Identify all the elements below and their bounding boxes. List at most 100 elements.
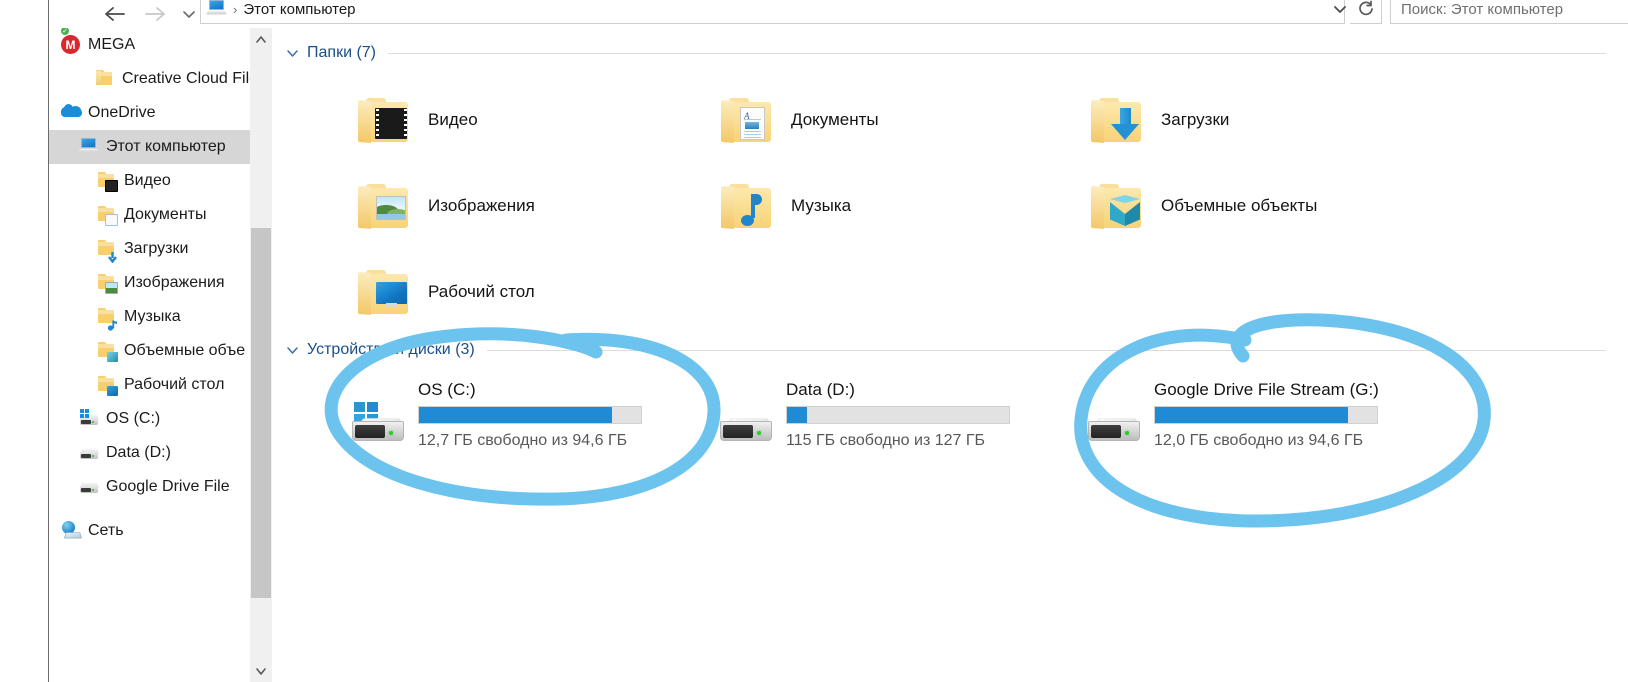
desktop-folder-icon bbox=[352, 264, 414, 320]
address-toolbar: › Этот компьютер bbox=[0, 0, 1628, 28]
drive-name: Data (D:) bbox=[786, 380, 855, 399]
sidebar-item-mega[interactable]: M ✓ MEGA bbox=[49, 28, 250, 62]
drive-usage-fill bbox=[419, 407, 613, 423]
sidebar-item-label: OS (C:) bbox=[106, 410, 161, 427]
drive-usage-bar bbox=[786, 406, 1010, 424]
drive-usage-fill bbox=[787, 407, 807, 423]
sidebar-item-label: Видео bbox=[124, 172, 171, 189]
sidebar-item-label: Google Drive File bbox=[106, 478, 230, 495]
sidebar-item-label: Creative Cloud File bbox=[122, 70, 250, 87]
chevron-up-icon[interactable] bbox=[250, 28, 272, 50]
sidebar-item-label: Документы bbox=[124, 206, 207, 223]
sidebar-item-network[interactable]: Сеть bbox=[49, 514, 250, 548]
sidebar-item-label: OneDrive bbox=[88, 104, 156, 121]
pictures-folder-icon bbox=[97, 273, 118, 294]
navigation-pane-scrollbar[interactable] bbox=[250, 28, 272, 682]
sidebar-item-label: Этот компьютер bbox=[106, 138, 226, 155]
sidebar-item-label: Загрузки bbox=[124, 240, 189, 257]
back-arrow-icon[interactable] bbox=[95, 1, 135, 27]
recent-locations-chevron-icon[interactable] bbox=[175, 1, 203, 27]
this-pc-icon bbox=[205, 0, 229, 19]
drive-free-space-text: 115 ГБ свободно из 127 ГБ bbox=[786, 432, 986, 449]
sidebar-item-label: Рабочий стол bbox=[124, 376, 225, 393]
desktop-folder-icon bbox=[97, 375, 118, 396]
chevron-down-icon[interactable] bbox=[250, 660, 272, 682]
drive-tile-data-d[interactable]: Data (D:) 115 ГБ свободно из 127 ГБ bbox=[712, 380, 1010, 470]
drive-icon bbox=[1080, 398, 1142, 468]
downloads-folder-icon bbox=[1085, 92, 1147, 148]
sidebar-item-label: Музыка bbox=[124, 308, 181, 325]
onedrive-cloud-icon bbox=[61, 103, 82, 123]
sidebar-item-label: Сеть bbox=[88, 522, 124, 539]
drive-icon bbox=[79, 443, 99, 463]
windows-drive-icon bbox=[344, 398, 406, 468]
3d-objects-folder-icon bbox=[1085, 178, 1147, 234]
breadcrumb[interactable]: Этот компьютер bbox=[243, 1, 355, 18]
folder-tile-label: Изображения bbox=[428, 196, 535, 215]
sidebar-item-data-d[interactable]: Data (D:) bbox=[49, 436, 250, 470]
sidebar-item-downloads[interactable]: Загрузки bbox=[49, 232, 250, 266]
this-pc-icon bbox=[77, 137, 100, 157]
drive-usage-bar bbox=[1154, 406, 1378, 424]
search-box[interactable] bbox=[1390, 0, 1628, 24]
folder-tile-desktop[interactable]: Рабочий стол bbox=[352, 256, 535, 328]
drive-icon bbox=[712, 398, 774, 468]
group-header-label: Устройства и диски (3) bbox=[307, 341, 475, 358]
documents-folder-icon: A bbox=[715, 92, 777, 148]
sidebar-item-music[interactable]: Музыка bbox=[49, 300, 250, 334]
sidebar-item-label: MEGA bbox=[88, 36, 136, 53]
drive-name: Google Drive File Stream (G:) bbox=[1154, 380, 1379, 399]
chevron-down-icon[interactable] bbox=[286, 343, 299, 358]
folder-tile-label: Документы bbox=[791, 110, 879, 129]
search-input[interactable] bbox=[1399, 0, 1628, 19]
folder-tile-pictures[interactable]: Изображения bbox=[352, 170, 535, 242]
breadcrumb-separator: › bbox=[233, 1, 238, 17]
documents-folder-icon bbox=[97, 205, 118, 226]
sidebar-item-label: Data (D:) bbox=[106, 444, 171, 461]
refresh-icon[interactable] bbox=[1350, 0, 1382, 24]
folder-tile-label: Видео bbox=[428, 110, 478, 129]
folder-tile-music[interactable]: Музыка bbox=[715, 170, 851, 242]
folder-tile-label: Загрузки bbox=[1161, 110, 1230, 129]
videos-folder-icon bbox=[97, 171, 118, 192]
sidebar-item-google-drive[interactable]: Google Drive File bbox=[49, 470, 250, 504]
sidebar-item-creative-cloud-files[interactable]: Creative Cloud File bbox=[49, 62, 250, 96]
drive-usage-bar bbox=[418, 406, 642, 424]
videos-folder-icon bbox=[352, 92, 414, 148]
sidebar-item-documents[interactable]: Документы bbox=[49, 198, 250, 232]
drive-icon bbox=[79, 477, 99, 497]
folder-tile-videos[interactable]: Видео bbox=[352, 84, 478, 156]
pictures-folder-icon bbox=[352, 178, 414, 234]
folder-tile-documents[interactable]: A Документы bbox=[715, 84, 879, 156]
sidebar-item-3d-objects[interactable]: Объемные объе bbox=[49, 334, 250, 368]
mega-icon: M ✓ bbox=[60, 28, 81, 55]
drive-usage-fill bbox=[1155, 407, 1349, 423]
folder-tile-downloads[interactable]: Загрузки bbox=[1085, 84, 1229, 156]
group-rule bbox=[486, 349, 1606, 351]
chevron-down-icon[interactable] bbox=[286, 46, 299, 61]
folder-tile-label: Музыка bbox=[791, 196, 852, 215]
sidebar-item-os-c[interactable]: OS (C:) bbox=[49, 402, 250, 436]
forward-arrow-icon[interactable] bbox=[135, 1, 175, 27]
group-header-devices[interactable]: Устройства и диски (3) bbox=[286, 341, 1606, 359]
sidebar-item-label: Изображения bbox=[124, 274, 225, 291]
content-pane: Папки (7) Видео A Документы Загрузки Изо… bbox=[272, 28, 1628, 682]
group-header-label: Папки (7) bbox=[307, 44, 376, 61]
sidebar-item-this-pc[interactable]: Этот компьютер bbox=[49, 130, 250, 164]
address-bar[interactable]: › Этот компьютер bbox=[200, 0, 1345, 24]
windows-drive-icon bbox=[79, 409, 99, 429]
scrollbar-thumb[interactable] bbox=[251, 228, 271, 598]
navigation-pane: M ✓ MEGA Creative Cloud File OneDrive Это… bbox=[49, 28, 250, 682]
sidebar-item-videos[interactable]: Видео bbox=[49, 164, 250, 198]
folder-tile-label: Объемные объекты bbox=[1161, 196, 1318, 215]
sidebar-item-onedrive[interactable]: OneDrive bbox=[49, 96, 250, 130]
drive-tile-os-c[interactable]: OS (C:) 12,7 ГБ свободно из 94,6 ГБ bbox=[344, 380, 642, 470]
sidebar-item-label: Объемные объе bbox=[124, 342, 246, 359]
sidebar-item-desktop[interactable]: Рабочий стол bbox=[49, 368, 250, 402]
group-header-folders[interactable]: Папки (7) bbox=[286, 44, 1606, 62]
downloads-folder-icon bbox=[97, 239, 117, 264]
sidebar-item-pictures[interactable]: Изображения bbox=[49, 266, 250, 300]
folder-tile-label: Рабочий стол bbox=[428, 282, 535, 301]
folder-tile-3d-objects[interactable]: Объемные объекты bbox=[1085, 170, 1317, 242]
drive-tile-google-drive-g[interactable]: Google Drive File Stream (G:) 12,0 ГБ св… bbox=[1080, 380, 1379, 470]
